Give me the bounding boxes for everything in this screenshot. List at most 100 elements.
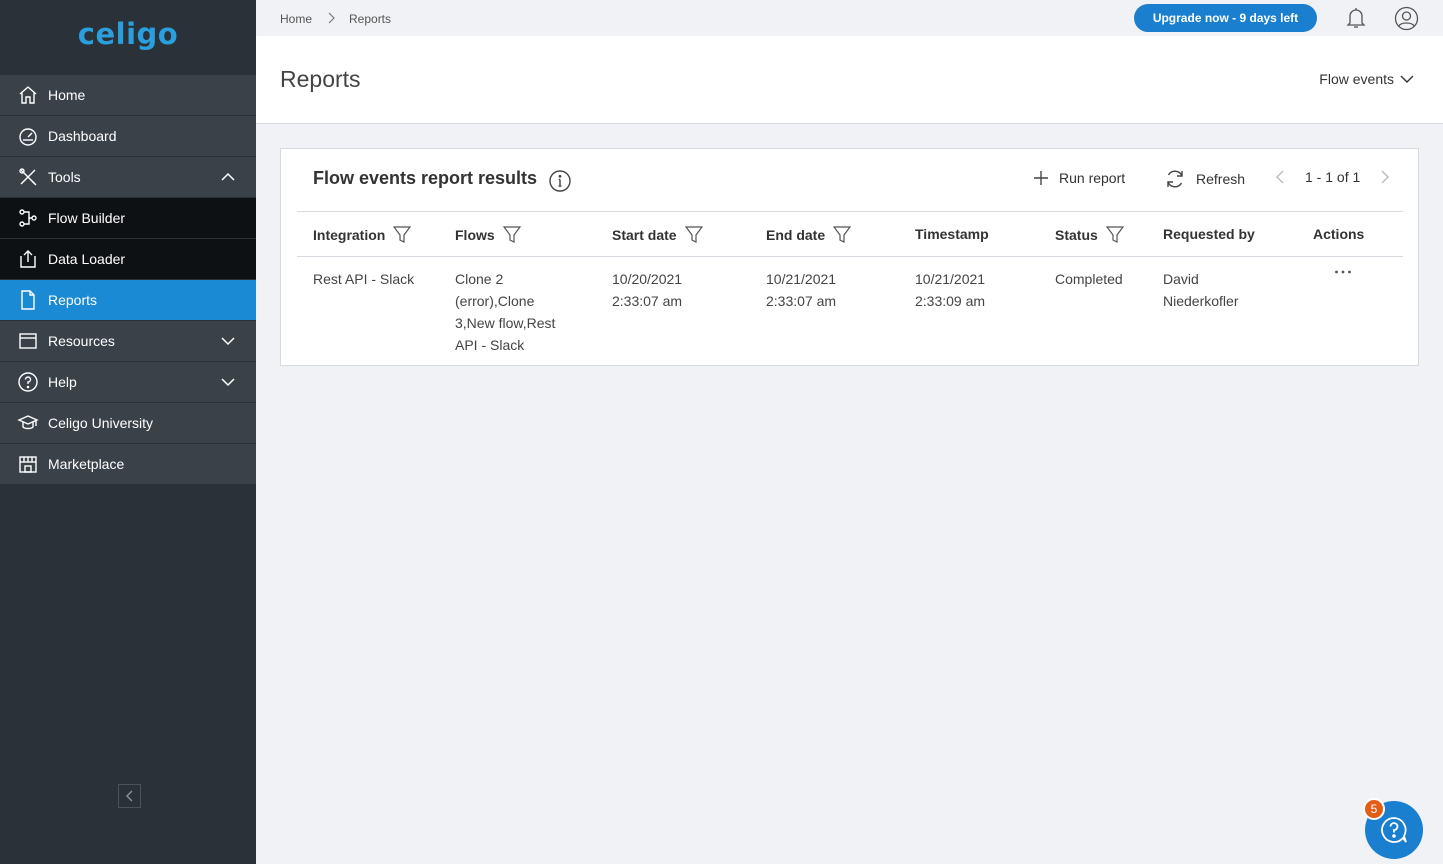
filter-icon[interactable]	[1105, 226, 1124, 244]
sidebar-item-dashboard[interactable]: Dashboard	[0, 116, 256, 156]
run-report-label: Run report	[1059, 170, 1126, 186]
more-actions-icon[interactable]	[1334, 269, 1352, 275]
collapse-sidebar-button[interactable]	[118, 784, 141, 808]
cell-line: Niederkofler	[1163, 293, 1239, 309]
filter-icon[interactable]	[684, 226, 703, 244]
sidebar-item-flow-builder[interactable]: Flow Builder	[0, 198, 256, 238]
cell-line: API - Slack	[455, 337, 525, 353]
cell-end-date: 10/21/2021 2:33:07 am	[766, 268, 836, 312]
column-label: Flows	[455, 227, 495, 243]
card-title: Flow events report results	[313, 168, 538, 188]
filter-icon[interactable]	[393, 226, 412, 244]
cell-line: 2:33:07 am	[612, 293, 683, 309]
pagination: 1 - 1 of 1	[1273, 169, 1392, 185]
cell-line: 2:33:09 am	[915, 293, 986, 309]
sidebar-item-label: Flow Builder	[48, 210, 126, 226]
notification-count-badge: 5	[1363, 798, 1385, 820]
sidebar-item-label: Reports	[48, 292, 98, 308]
cell-status: Completed	[1055, 271, 1123, 287]
cell-requested-by: David Niederkofler	[1163, 268, 1238, 312]
sidebar-item-help[interactable]: Help	[0, 362, 256, 402]
column-header-actions: Actions	[1313, 226, 1364, 242]
logo-text: celigo	[77, 16, 179, 51]
cell-line: 10/20/2021	[612, 271, 683, 287]
next-page-icon[interactable]	[1376, 169, 1392, 185]
pagination-text: 1 - 1 of 1	[1305, 169, 1361, 185]
column-header-status: Status	[1055, 226, 1124, 244]
report-type-value: Flow events	[1319, 71, 1394, 87]
chevron-down-icon	[1400, 75, 1414, 83]
page-header: Reports Flow events	[256, 36, 1443, 124]
home-icon	[17, 84, 39, 106]
sidebar-item-label: Data Loader	[48, 251, 126, 267]
data-loader-icon	[17, 248, 39, 270]
page-title: Reports	[280, 66, 361, 92]
chevron-up-icon	[221, 172, 235, 181]
sidebar-item-label: Help	[48, 374, 77, 390]
table-header: Integration Flows Start date End date Ti…	[297, 211, 1403, 257]
cell-line: 2:33:07 am	[766, 293, 837, 309]
sidebar-item-label: Celigo University	[48, 415, 154, 431]
user-profile-icon[interactable]	[1394, 6, 1419, 31]
chevron-down-icon	[221, 337, 235, 346]
filter-icon[interactable]	[833, 226, 852, 244]
chevron-left-icon	[125, 790, 132, 802]
sidebar-item-label: Dashboard	[48, 128, 117, 144]
cell-start-date: 10/20/2021 2:33:07 am	[612, 268, 682, 312]
refresh-icon	[1167, 170, 1183, 188]
sidebar-item-label: Home	[48, 87, 86, 103]
sidebar-item-reports[interactable]: Reports	[0, 280, 256, 320]
column-label: Actions	[1313, 226, 1365, 242]
sidebar-item-data-loader[interactable]: Data Loader	[0, 239, 256, 279]
breadcrumb-reports: Reports	[349, 12, 392, 26]
cell-line: Clone 2	[455, 271, 504, 287]
sidebar-item-label: Marketplace	[48, 456, 125, 472]
sidebar-item-resources[interactable]: Resources	[0, 321, 256, 361]
cell-line: (error),Clone	[455, 293, 535, 309]
refresh-button[interactable]: Refresh	[1164, 168, 1245, 190]
previous-page-icon[interactable]	[1273, 169, 1289, 185]
report-type-dropdown[interactable]: Flow events	[1319, 71, 1414, 87]
column-header-integration: Integration	[313, 226, 412, 244]
filter-icon[interactable]	[502, 226, 521, 244]
sidebar-item-home[interactable]: Home	[0, 75, 256, 115]
info-icon[interactable]	[548, 169, 572, 193]
upgrade-button[interactable]: Upgrade now - 9 days left	[1134, 4, 1317, 32]
column-header-requested-by: Requested by	[1163, 226, 1255, 242]
breadcrumb-home[interactable]: Home	[280, 12, 312, 26]
chat-help-icon	[1381, 817, 1407, 843]
column-label: Start date	[612, 227, 677, 243]
marketplace-icon	[17, 453, 39, 475]
cell-line: 10/21/2021	[766, 271, 837, 287]
chevron-down-icon	[221, 378, 235, 387]
column-label: Status	[1055, 227, 1098, 243]
sidebar-item-marketplace[interactable]: Marketplace	[0, 444, 256, 484]
column-header-timestamp: Timestamp	[915, 226, 989, 242]
cell-timestamp: 10/21/2021 2:33:09 am	[915, 268, 985, 312]
sidebar-item-label: Tools	[48, 169, 81, 185]
sidebar-item-tools[interactable]: Tools	[0, 157, 256, 197]
column-label: End date	[766, 227, 826, 243]
run-report-button[interactable]: Run report	[1033, 170, 1125, 186]
sidebar: celigo Home Dashboard Tools Flow Builder…	[0, 0, 256, 864]
breadcrumb-separator-icon	[328, 12, 335, 24]
refresh-label: Refresh	[1196, 171, 1246, 187]
column-label: Timestamp	[915, 226, 989, 242]
cell-flows: Clone 2 (error),Clone 3,New flow,Rest AP…	[455, 268, 555, 356]
sidebar-item-label: Resources	[48, 333, 115, 349]
column-header-flows: Flows	[455, 226, 521, 244]
cell-integration: Rest API - Slack	[313, 271, 415, 287]
notifications-bell-icon[interactable]	[1346, 7, 1366, 29]
celigo-logo[interactable]: celigo	[0, 0, 256, 75]
university-icon	[17, 412, 39, 434]
top-bar: Home Reports Upgrade now - 9 days left	[256, 0, 1443, 36]
cell-line: David	[1163, 271, 1199, 287]
report-results-card: Flow events report results Run report Re…	[280, 148, 1419, 366]
column-label: Requested by	[1163, 226, 1255, 242]
reports-icon	[17, 289, 39, 311]
cell-line: 10/21/2021	[915, 271, 986, 287]
sidebar-item-celigo-university[interactable]: Celigo University	[0, 403, 256, 443]
column-header-start-date: Start date	[612, 226, 703, 244]
tools-icon	[17, 166, 39, 188]
dashboard-icon	[17, 125, 39, 147]
